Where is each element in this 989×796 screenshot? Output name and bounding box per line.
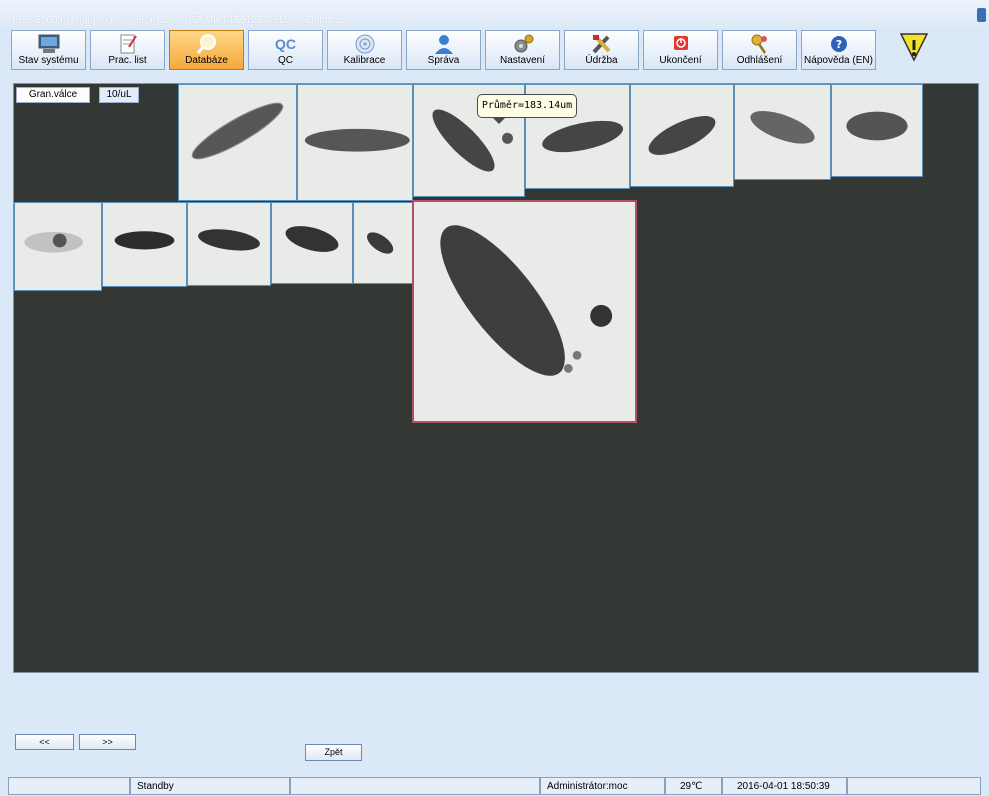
category-tag[interactable]: Gran.válce	[16, 87, 90, 103]
worklist-icon	[91, 33, 164, 55]
toolbar-button-qc[interactable]: QC QC	[248, 30, 323, 70]
monitor-icon	[12, 33, 85, 55]
sediment-image[interactable]	[14, 202, 102, 291]
status-user: Administrátor:moc	[540, 777, 665, 795]
toolbar-button-maintenance[interactable]: Údržba	[564, 30, 639, 70]
keys-icon	[723, 33, 796, 55]
power-icon	[644, 33, 717, 55]
toolbar-button-settings[interactable]: Nastavení	[485, 30, 560, 70]
window-title: FUS-2000 hybridní močový analyzátor (CZ-…	[12, 15, 350, 26]
sediment-image[interactable]	[297, 84, 413, 201]
status-extra	[847, 777, 981, 795]
window-corner-icon[interactable]	[977, 8, 986, 22]
target-icon	[328, 33, 401, 55]
sediment-image[interactable]	[630, 84, 734, 187]
sediment-image[interactable]	[734, 84, 831, 180]
tools-icon	[565, 33, 638, 55]
status-bar: Standby Administrátor:moc 29℃ 2016-04-01…	[0, 775, 989, 796]
status-message	[290, 777, 540, 795]
toolbar-button-logout[interactable]: Odhlášení	[722, 30, 797, 70]
title-bar: FUS-2000 hybridní močový analyzátor (CZ-…	[0, 0, 989, 28]
sediment-image[interactable]	[353, 202, 413, 284]
help-icon: ?	[802, 33, 875, 55]
status-temperature: 29℃	[665, 777, 722, 795]
toolbar-button-database[interactable]: Databáze	[169, 30, 244, 70]
sediment-image[interactable]	[178, 84, 297, 201]
status-left	[8, 777, 130, 795]
qc-icon: QC	[275, 36, 296, 52]
gears-icon	[486, 33, 559, 55]
magnifier-icon	[170, 33, 243, 55]
toolbar-button-administration[interactable]: Správa	[406, 30, 481, 70]
back-button[interactable]: Zpět	[305, 744, 362, 761]
sediment-image[interactable]	[271, 202, 353, 284]
toolbar-button-system-status[interactable]: Stav systému	[11, 30, 86, 70]
sediment-image[interactable]	[187, 202, 271, 286]
diameter-tooltip: Průměr=183.14um	[477, 94, 577, 124]
toolbar-button-help[interactable]: ? Nápověda (EN)	[801, 30, 876, 70]
concentration-tag: 10/uL	[99, 87, 139, 103]
toolbar-button-shutdown[interactable]: Ukončení	[643, 30, 718, 70]
sediment-image[interactable]	[102, 202, 187, 287]
user-icon	[407, 33, 480, 55]
svg-text:?: ?	[835, 38, 841, 51]
selected-sediment-image[interactable]	[412, 200, 637, 423]
sediment-image[interactable]	[831, 84, 923, 177]
prev-page-button[interactable]: <<	[15, 734, 74, 750]
toolbar-button-calibration[interactable]: Kalibrace	[327, 30, 402, 70]
next-page-button[interactable]: >>	[79, 734, 136, 750]
status-state: Standby	[130, 777, 290, 795]
status-datetime: 2016-04-01 18:50:39	[722, 777, 847, 795]
image-gallery: Gran.válce 10/uL	[13, 83, 979, 673]
warning-triangle-icon[interactable]	[897, 30, 931, 68]
toolbar-button-worklist[interactable]: Prac. list	[90, 30, 165, 70]
